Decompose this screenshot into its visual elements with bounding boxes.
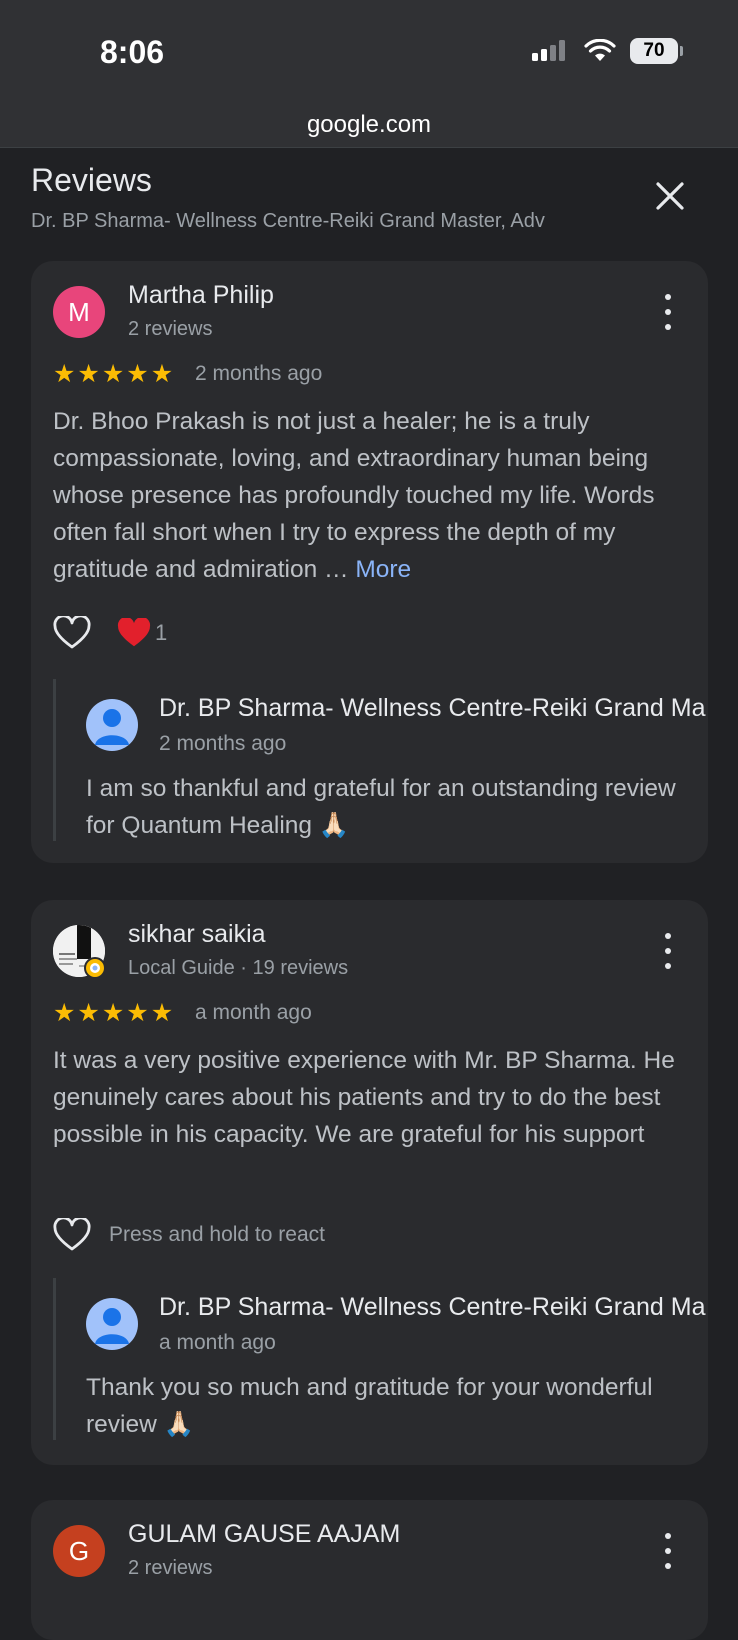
reply-divider <box>53 679 56 841</box>
red-heart-icon[interactable] <box>117 618 151 648</box>
reviewer-name[interactable]: GULAM GAUSE AAJAM <box>128 1520 400 1549</box>
reply-divider <box>53 1278 56 1440</box>
person-icon <box>95 709 129 745</box>
battery-level: 70 <box>643 40 665 61</box>
review-body: Dr. Bhoo Prakash is not just a healer; h… <box>53 408 655 583</box>
star-rating: ★ ★ ★ ★ ★ <box>53 1000 173 1026</box>
owner-name: Dr. BP Sharma- Wellness Centre-Reiki Gra… <box>159 694 706 722</box>
owner-reply-text: I am so thankful and grateful for an out… <box>86 775 676 839</box>
wifi-icon <box>584 39 616 61</box>
person-icon <box>95 1308 129 1344</box>
sheet-subtitle: Dr. BP Sharma- Wellness Centre-Reiki Gra… <box>31 210 545 232</box>
status-icons: 70 <box>532 38 683 64</box>
owner-reply-text: Thank you so much and gratitude for your… <box>86 1374 653 1438</box>
heart-outline-icon[interactable] <box>53 616 91 650</box>
status-bar: 8:06 70 <box>0 0 738 110</box>
star-icon: ★ <box>150 360 174 388</box>
reaction-row: 1 <box>53 616 167 650</box>
review-text: Dr. Bhoo Prakash is not just a healer; h… <box>53 403 693 588</box>
reviews-sheet: Reviews Dr. BP Sharma- Wellness Centre-R… <box>0 148 738 1640</box>
local-guide-badge-icon <box>84 957 106 979</box>
close-icon <box>656 182 684 210</box>
review-time: a month ago <box>195 1001 312 1024</box>
review-card: M Martha Philip 2 reviews ★ ★ ★ ★ ★ 2 months… <box>31 261 708 863</box>
star-icon: ★ <box>53 999 76 1027</box>
owner-reply-time: a month ago <box>159 1331 276 1354</box>
owner-name: Dr. BP Sharma- Wellness Centre-Reiki Gra… <box>159 1293 706 1321</box>
more-link[interactable]: More <box>355 556 411 583</box>
sheet-title: Reviews <box>31 162 152 198</box>
star-icon: ★ <box>150 999 174 1027</box>
reviewer-meta: 2 reviews <box>128 1557 213 1579</box>
owner-reply-time: 2 months ago <box>159 732 287 755</box>
cellular-signal-icon <box>532 40 565 61</box>
more-options-button[interactable] <box>658 1533 678 1569</box>
owner-avatar <box>86 1298 138 1350</box>
reaction-row: Press and hold to react <box>53 1218 325 1252</box>
close-button[interactable] <box>648 174 692 218</box>
reviewer-meta: Local Guide · 19 reviews <box>128 957 349 979</box>
more-options-button[interactable] <box>658 294 678 330</box>
more-options-button[interactable] <box>658 933 678 969</box>
reaction-count: 1 <box>155 620 168 645</box>
status-time: 8:06 <box>100 34 165 70</box>
owner-avatar <box>86 699 138 751</box>
heart-outline-icon[interactable] <box>53 1218 91 1252</box>
reviewer-avatar[interactable]: G <box>53 1525 105 1577</box>
review-card: sikhar saikia Local Guide · 19 reviews ★… <box>31 900 708 1465</box>
star-rating: ★ ★ ★ ★ ★ <box>53 361 173 387</box>
star-icon: ★ <box>77 360 100 388</box>
avatar-letter: M <box>68 296 90 327</box>
review-time: 2 months ago <box>195 362 323 385</box>
react-hint: Press and hold to react <box>109 1223 325 1246</box>
reviewer-name[interactable]: sikhar saikia <box>128 920 266 949</box>
star-icon: ★ <box>101 360 125 388</box>
star-icon: ★ <box>77 999 100 1027</box>
avatar-letter: G <box>68 1535 90 1566</box>
url-text: google.com <box>306 111 432 138</box>
star-icon: ★ <box>101 999 125 1027</box>
reviewer-name[interactable]: Martha Philip <box>128 281 274 310</box>
reviewer-avatar[interactable]: M <box>53 286 105 338</box>
star-icon: ★ <box>53 360 76 388</box>
review-text: It was a very positive experience with M… <box>53 1047 675 1148</box>
review-card: G GULAM GAUSE AAJAM 2 reviews <box>31 1500 708 1640</box>
star-icon: ★ <box>126 360 149 388</box>
reviewer-meta: 2 reviews <box>128 318 213 340</box>
url-bar[interactable]: google.com <box>0 105 738 148</box>
battery-icon: 70 <box>630 38 683 64</box>
star-icon: ★ <box>126 999 149 1027</box>
